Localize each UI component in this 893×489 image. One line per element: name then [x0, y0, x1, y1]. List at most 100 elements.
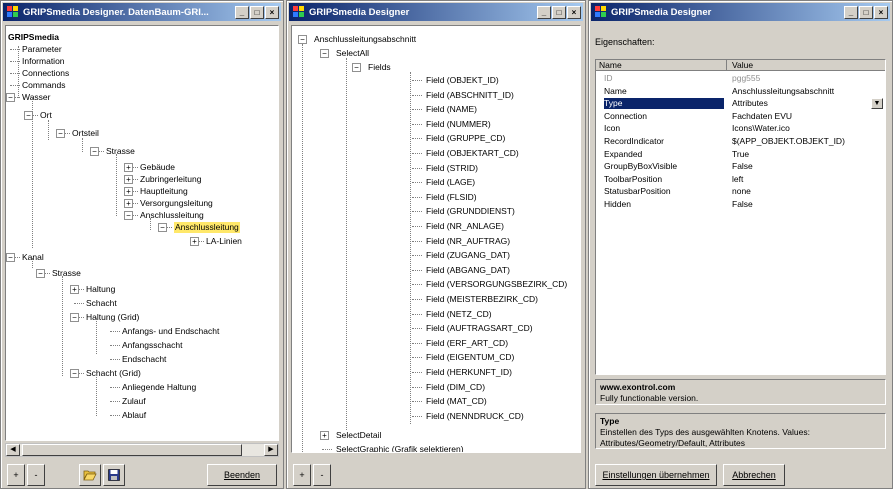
collapse-toggle[interactable]: − — [36, 269, 45, 278]
field-item[interactable]: Field (ZUGANG_DAT) — [426, 250, 510, 261]
field-item[interactable]: Field (NETZ_CD) — [426, 309, 492, 320]
title-bar[interactable]: GRIPSmedia Designer _ □ × — [591, 3, 890, 21]
tree-node[interactable]: Endschacht — [122, 354, 166, 365]
tree-node[interactable]: Schacht — [86, 298, 117, 309]
tree-node[interactable]: Zulauf — [122, 396, 146, 407]
tree-node[interactable]: Strasse — [106, 146, 135, 157]
maximize-button[interactable]: □ — [552, 5, 566, 19]
expand-toggle[interactable]: + — [124, 199, 133, 208]
property-row[interactable]: ID pgg555 — [596, 73, 885, 84]
expand-toggle[interactable]: + — [124, 175, 133, 184]
property-row[interactable]: StatusbarPosition none — [596, 186, 885, 197]
minimize-button[interactable]: _ — [537, 5, 551, 19]
field-item[interactable]: Field (NUMMER) — [426, 119, 491, 130]
property-value[interactable]: Attributes — [732, 98, 869, 109]
field-item[interactable]: Field (AUFTRAGSART_CD) — [426, 323, 533, 334]
tree-node[interactable]: Haltung (Grid) — [86, 312, 139, 323]
expand-toggle[interactable]: + — [70, 285, 79, 294]
apply-settings-button[interactable]: Einstellungen übernehmen — [595, 464, 717, 486]
property-row[interactable]: ToolbarPosition left — [596, 174, 885, 185]
property-value[interactable]: Icons\Water.ico — [732, 123, 869, 134]
tree-node-fields[interactable]: Fields — [368, 62, 391, 73]
property-grid[interactable]: Name Value ID pgg555 Name Anschlussleitungs… — [595, 59, 886, 375]
field-item[interactable]: Field (GRUNDDIENST) — [426, 206, 515, 217]
field-item[interactable]: Field (DIM_CD) — [426, 382, 485, 393]
remove-node-button[interactable]: - — [27, 464, 45, 486]
field-item[interactable]: Field (VERSORGUNGSBEZIRK_CD) — [426, 279, 567, 290]
field-item[interactable]: Field (OBJEKTART_CD) — [426, 148, 519, 159]
tree-node[interactable]: Ablauf — [122, 410, 146, 421]
property-value[interactable]: Anschlussleitungsabschnitt — [732, 86, 869, 97]
tree-node[interactable]: Anliegende Haltung — [122, 382, 196, 393]
quit-button[interactable]: Beenden — [207, 464, 277, 486]
tree-node[interactable]: Commands — [22, 80, 65, 91]
chevron-down-icon[interactable]: ▼ — [871, 98, 883, 110]
property-row[interactable]: Icon Icons\Water.ico — [596, 123, 885, 134]
scroll-thumb[interactable] — [22, 444, 242, 456]
tree-node[interactable]: Gebäude — [140, 162, 175, 173]
property-value[interactable]: $(APP_OBJEKT.OBJEKT_ID) — [732, 136, 869, 147]
close-button[interactable]: × — [567, 5, 581, 19]
maximize-button[interactable]: □ — [859, 5, 873, 19]
field-item[interactable]: Field (NENNDRUCK_CD) — [426, 411, 524, 422]
collapse-toggle[interactable]: − — [158, 223, 167, 232]
property-value[interactable]: none — [732, 186, 869, 197]
collapse-toggle[interactable]: − — [56, 129, 65, 138]
expand-toggle[interactable]: + — [124, 187, 133, 196]
field-item[interactable]: Field (ABGANG_DAT) — [426, 265, 510, 276]
tree-node[interactable]: Hauptleitung — [140, 186, 188, 197]
tree-node-selectall[interactable]: SelectAll — [336, 48, 369, 59]
field-item[interactable]: Field (MEISTERBEZIRK_CD) — [426, 294, 538, 305]
collapse-toggle[interactable]: − — [124, 211, 133, 220]
field-item[interactable]: Field (EIGENTUM_CD) — [426, 352, 514, 363]
field-item[interactable]: Field (ABSCHNITT_ID) — [426, 90, 514, 101]
close-button[interactable]: × — [265, 5, 279, 19]
minimize-button[interactable]: _ — [235, 5, 249, 19]
add-field-button[interactable]: + — [293, 464, 311, 486]
remove-field-button[interactable]: - — [313, 464, 331, 486]
tree-node[interactable]: Zubringerleitung — [140, 174, 201, 185]
property-row[interactable]: Connection Fachdaten EVU — [596, 111, 885, 122]
property-row[interactable]: Name Anschlussleitungsabschnitt — [596, 86, 885, 97]
tree-node[interactable]: Versorgungsleitung — [140, 198, 213, 209]
minimize-button[interactable]: _ — [844, 5, 858, 19]
field-item[interactable]: Field (HERKUNFT_ID) — [426, 367, 512, 378]
property-row[interactable]: RecordIndicator $(APP_OBJEKT.OBJEKT_ID) — [596, 136, 885, 147]
expand-toggle[interactable]: + — [320, 431, 329, 440]
tree-node[interactable]: Wasser — [22, 92, 51, 103]
collapse-toggle[interactable]: − — [70, 313, 79, 322]
tree-node[interactable]: Parameter — [22, 44, 62, 55]
expand-toggle[interactable]: + — [190, 237, 199, 246]
collapse-toggle[interactable]: − — [6, 253, 15, 262]
collapse-toggle[interactable]: − — [70, 369, 79, 378]
tree-node[interactable]: Anschlussleitung — [174, 222, 240, 233]
title-bar[interactable]: GRIPSmedia Designer _ □ × — [289, 3, 583, 21]
field-item[interactable]: Field (NAME) — [426, 104, 477, 115]
collapse-toggle[interactable]: − — [320, 49, 329, 58]
property-row[interactable]: GroupByBoxVisible False — [596, 161, 885, 172]
collapse-toggle[interactable]: − — [90, 147, 99, 156]
collapse-toggle[interactable]: − — [6, 93, 15, 102]
property-value[interactable]: left — [732, 174, 869, 185]
property-value[interactable]: Fachdaten EVU — [732, 111, 869, 122]
tree-node[interactable]: LA-Linien — [206, 236, 242, 247]
column-header-value[interactable]: Value — [732, 60, 753, 71]
scroll-left-button[interactable]: ◀ — [6, 444, 20, 456]
maximize-button[interactable]: □ — [250, 5, 264, 19]
tree-node[interactable]: GRIPSmedia — [8, 32, 59, 43]
field-item[interactable]: Field (STRID) — [426, 163, 478, 174]
field-item[interactable]: Field (NR_ANLAGE) — [426, 221, 504, 232]
tree-node-selectdetail[interactable]: SelectDetail — [336, 430, 381, 441]
property-value[interactable]: True — [732, 149, 869, 160]
tree-node[interactable]: Strasse — [52, 268, 81, 279]
expand-toggle[interactable]: + — [124, 163, 133, 172]
tree-node[interactable]: Schacht (Grid) — [86, 368, 141, 379]
field-item[interactable]: Field (FLSID) — [426, 192, 477, 203]
field-item[interactable]: Field (NR_AUFTRAG) — [426, 236, 510, 247]
tree-node[interactable]: Haltung — [86, 284, 115, 295]
open-button[interactable] — [79, 464, 101, 486]
collapse-toggle[interactable]: − — [298, 35, 307, 44]
close-button[interactable]: × — [874, 5, 888, 19]
datenbaum-tree[interactable]: GRIPSmedia Parameter Information Connection… — [5, 25, 279, 441]
property-value[interactable]: False — [732, 199, 869, 210]
